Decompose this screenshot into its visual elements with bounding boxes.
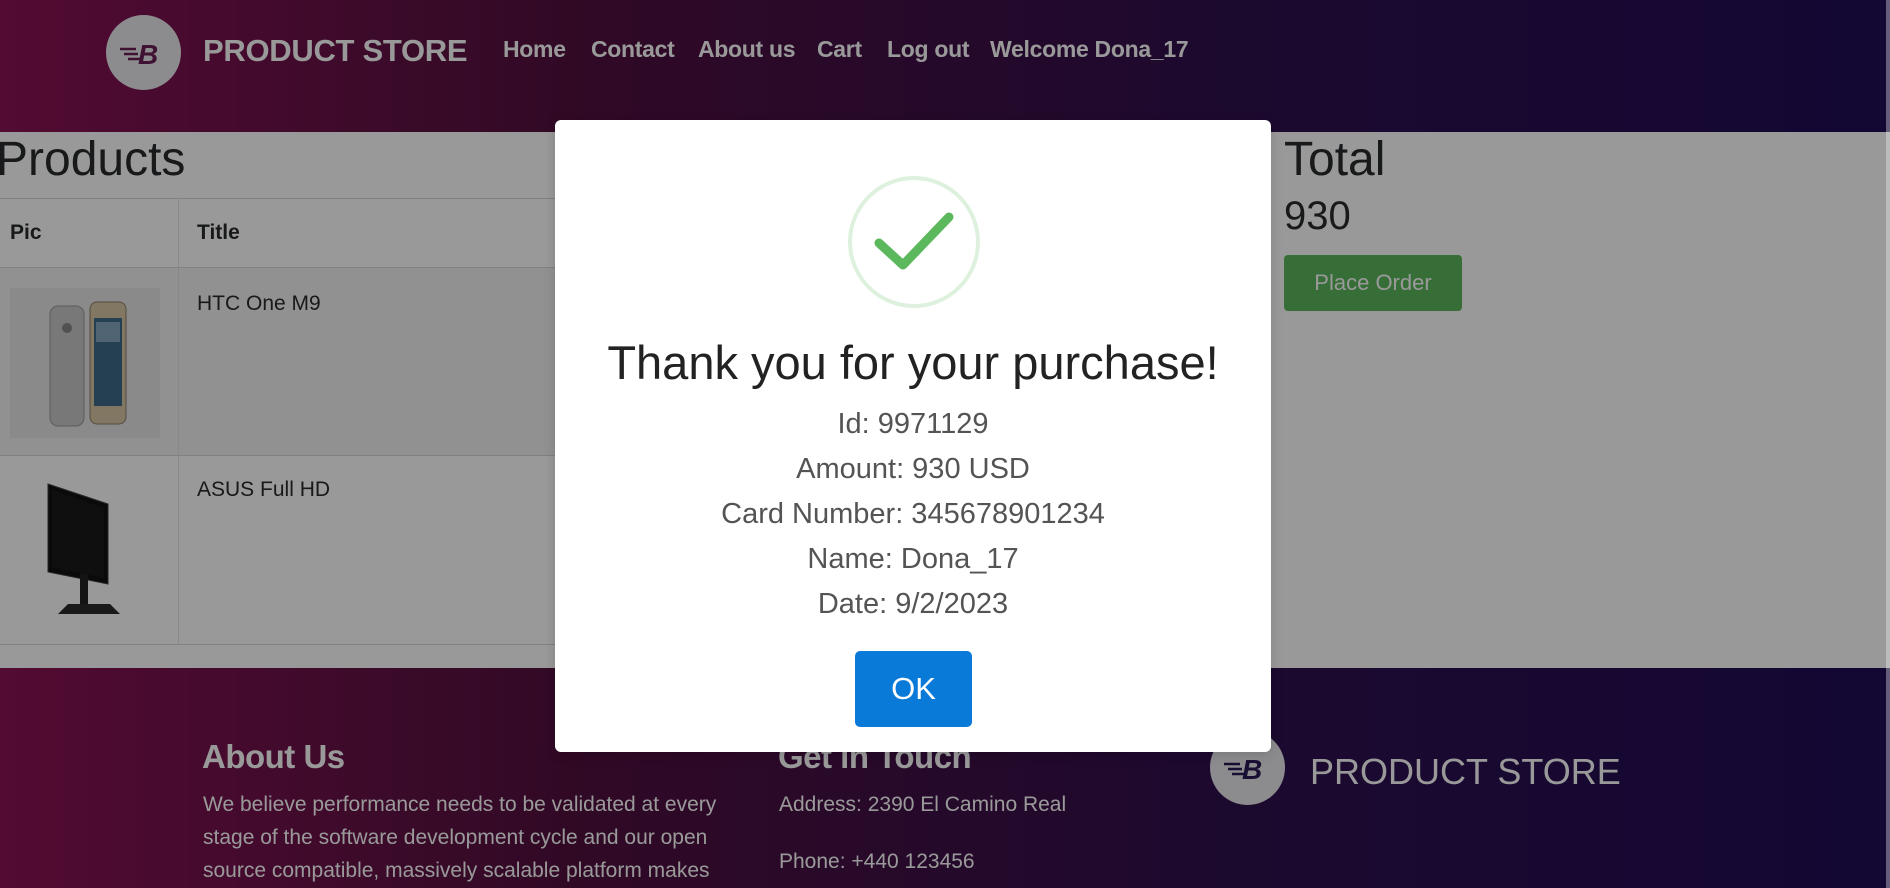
dialog-title: Thank you for your purchase! xyxy=(607,336,1219,389)
scrollbar[interactable] xyxy=(1886,0,1890,888)
purchase-confirmation-dialog: Thank you for your purchase! Id: 9971129… xyxy=(555,120,1271,752)
order-amount: Amount: 930 USD xyxy=(796,453,1030,485)
order-id: Id: 9971129 xyxy=(837,408,989,440)
success-check-icon xyxy=(848,176,980,308)
order-card-number: Card Number: 345678901234 xyxy=(721,498,1105,530)
order-date: Date: 9/2/2023 xyxy=(817,588,1009,620)
ok-button[interactable]: OK xyxy=(855,651,972,727)
order-details: Id: 9971129 Amount: 930 USD Card Number:… xyxy=(555,402,1271,627)
order-name: Name: Dona_17 xyxy=(807,543,1019,575)
